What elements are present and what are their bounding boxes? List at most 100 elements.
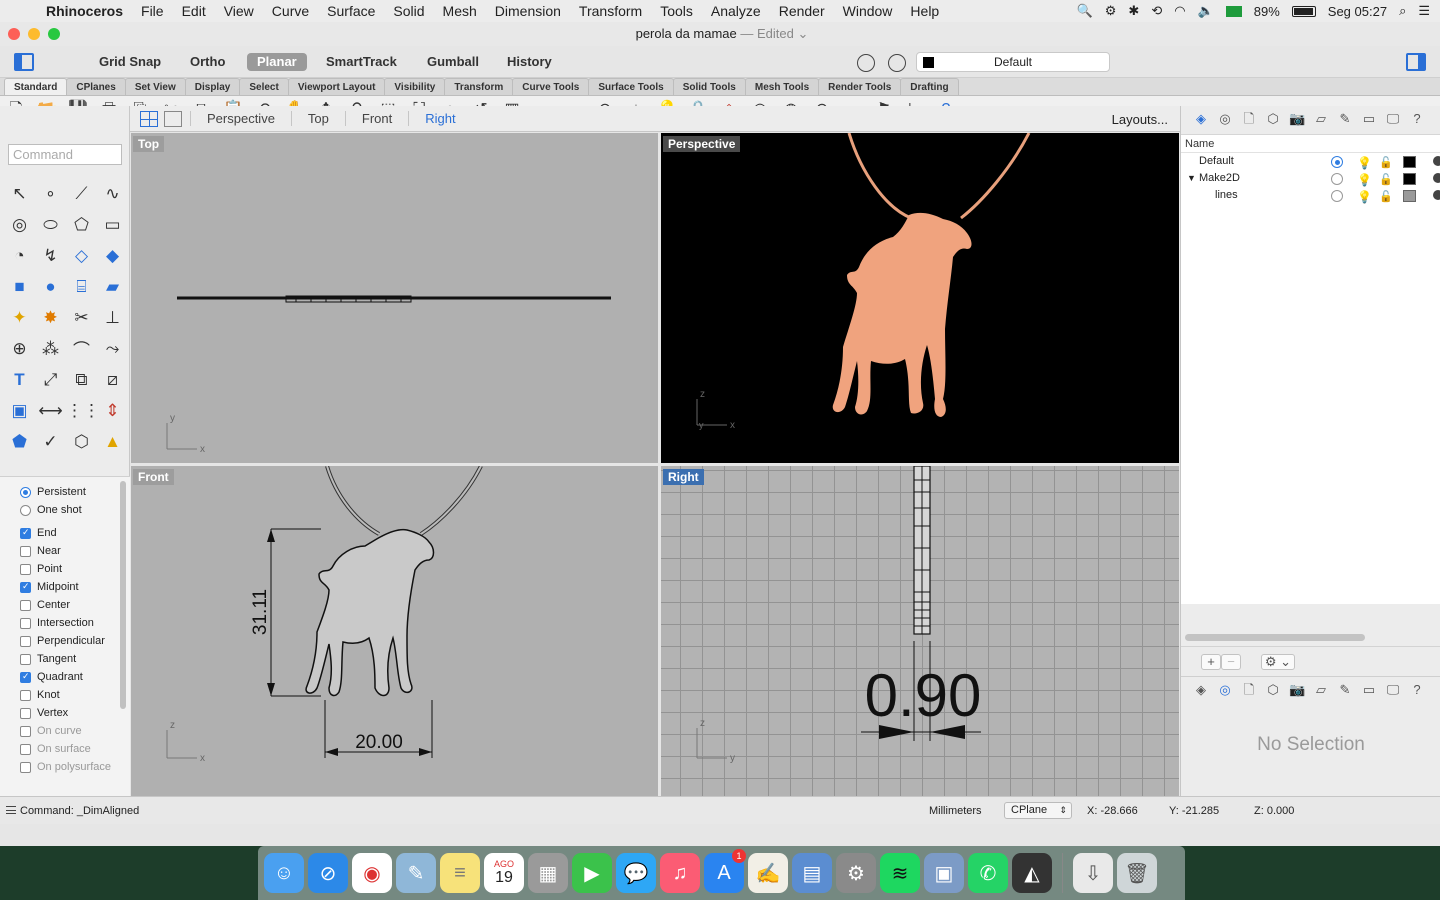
menu-dimension[interactable]: Dimension — [495, 3, 561, 19]
menu-file[interactable]: File — [141, 3, 164, 19]
cplanes-panel-icon[interactable]: ▱ — [1313, 111, 1329, 127]
cplanes-panel-icon[interactable]: ▱ — [1313, 682, 1329, 698]
tab-perspective[interactable]: Perspective — [190, 111, 291, 126]
monitor-panel-icon[interactable]: 🖵 — [1385, 111, 1401, 127]
chevron-down-icon[interactable]: ⌄ — [798, 26, 809, 41]
object-panel-icon[interactable]: ⬡ — [1265, 111, 1281, 127]
osnap-quadrant[interactable]: Quadrant — [0, 668, 130, 686]
layout-panel-icon[interactable]: ▭ — [1361, 111, 1377, 127]
midpoint-checkbox[interactable] — [20, 581, 31, 593]
viewport-right[interactable]: 0.90 z y Right — [661, 466, 1179, 796]
osnap-persistent[interactable]: Persistent — [0, 483, 130, 501]
command-history-icon[interactable] — [6, 806, 16, 814]
tab-standard[interactable]: Standard — [4, 78, 68, 95]
named-views-icon[interactable]: 📷 — [1289, 111, 1305, 127]
units-label[interactable]: Millimeters — [929, 805, 982, 817]
menu-analyze[interactable]: Analyze — [711, 3, 761, 19]
mirror-icon[interactable]: ⧄ — [97, 370, 128, 390]
tab-set-view[interactable]: Set View — [124, 78, 186, 95]
tab-mesh-tools[interactable]: Mesh Tools — [744, 78, 820, 95]
osnap-perpendicular[interactable]: Perpendicular — [0, 632, 130, 650]
ortho-toggle[interactable]: Ortho — [180, 53, 235, 71]
cplane-selector[interactable]: CPlane ⇕ — [1004, 802, 1072, 819]
tab-render-tools[interactable]: Render Tools — [818, 78, 902, 95]
trash-icon[interactable]: 🗑 — [1117, 853, 1157, 893]
expand-triangle-icon[interactable]: ▼ — [1187, 170, 1196, 187]
layer-row-make2d[interactable]: ▼ Make2D 💡 🔓 — [1181, 170, 1440, 187]
box-icon[interactable]: ■ — [4, 277, 35, 297]
downloads-icon[interactable]: ⇩ — [1073, 853, 1113, 893]
layers-name-header[interactable]: Name — [1181, 135, 1440, 153]
object-panel-icon[interactable]: ⬡ — [1265, 682, 1281, 698]
check-icon[interactable]: ✓ — [35, 432, 66, 452]
analyze-icon[interactable]: ⬟ — [4, 432, 35, 452]
tab-curve-tools[interactable]: Curve Tools — [512, 78, 590, 95]
layer-color-swatch[interactable] — [1403, 190, 1416, 202]
layers-panel-icon[interactable]: ◈ — [1193, 682, 1209, 698]
boolean-icon[interactable]: ✦ — [4, 308, 35, 328]
time-machine-icon[interactable]: ⟲ — [1151, 3, 1162, 19]
trim-icon[interactable]: ✂ — [66, 308, 97, 328]
current-layer-radio[interactable] — [1331, 190, 1343, 202]
notes-icon[interactable]: ≡ — [440, 853, 480, 893]
polyline-icon[interactable]: ⟋ — [66, 184, 97, 204]
viewport-front[interactable]: 31.11 20.00 z x Front — [131, 466, 658, 796]
gumball-icon[interactable]: ⇕ — [97, 401, 128, 421]
plane-surface-icon[interactable]: ▰ — [97, 277, 128, 297]
arc-icon[interactable]: ◔ — [4, 246, 35, 266]
gumball-toggle[interactable]: Gumball — [417, 53, 489, 71]
monitor-panel-icon[interactable]: 🖵 — [1385, 682, 1401, 698]
surface-icon[interactable]: ◇ — [66, 246, 97, 266]
osnap-near[interactable]: Near — [0, 542, 130, 560]
utility-icon[interactable]: ⚙ — [1105, 3, 1117, 19]
perpendicular-checkbox[interactable] — [20, 635, 31, 647]
tab-top[interactable]: Top — [290, 111, 345, 126]
image-capture-icon[interactable]: ▣ — [924, 853, 964, 893]
named-views-icon[interactable]: 📷 — [1289, 682, 1305, 698]
battery-icon[interactable] — [1291, 5, 1316, 17]
tab-cplanes[interactable]: CPlanes — [66, 78, 126, 95]
preview-icon[interactable]: ✎ — [396, 853, 436, 893]
menu-solid[interactable]: Solid — [393, 3, 424, 19]
help-panel-icon[interactable]: ? — [1409, 111, 1425, 127]
current-layer-radio[interactable] — [1331, 156, 1343, 168]
near-checkbox[interactable] — [20, 545, 31, 557]
osnap-on-surface[interactable]: On surface — [0, 740, 130, 758]
notes-panel-icon[interactable]: ✎ — [1337, 111, 1353, 127]
toggle-left-sidebar-button[interactable] — [14, 53, 34, 71]
display-panel-icon[interactable]: ◎ — [1217, 682, 1233, 698]
help-panel-icon[interactable]: ? — [1409, 682, 1425, 698]
text-icon[interactable]: T — [4, 370, 35, 390]
viewport-label-right[interactable]: Right — [663, 469, 704, 485]
persistent-radio[interactable] — [20, 486, 31, 498]
osnap-on-polysurface[interactable]: On polysurface — [0, 758, 130, 776]
layer-color-swatch[interactable] — [1403, 173, 1416, 185]
close-window-button[interactable] — [8, 28, 20, 40]
solid-sphere-icon[interactable]: ● — [35, 277, 66, 297]
single-view-layout-icon[interactable] — [164, 110, 182, 127]
edited-status[interactable]: — Edited — [740, 26, 793, 41]
one-shot-radio[interactable] — [20, 504, 31, 516]
display-panel-icon[interactable]: ◎ — [1217, 111, 1233, 127]
textedit-icon[interactable]: ✍ — [748, 853, 788, 893]
split-icon[interactable]: ⊥ — [97, 308, 128, 328]
four-view-layout-icon[interactable] — [140, 110, 158, 127]
zoom-window-button[interactable] — [48, 28, 60, 40]
on-curve-checkbox[interactable] — [20, 725, 31, 737]
smarttrack-toggle[interactable]: SmartTrack — [316, 53, 407, 71]
tab-visibility[interactable]: Visibility — [384, 78, 446, 95]
menu-edit[interactable]: Edit — [182, 3, 206, 19]
tab-front[interactable]: Front — [344, 111, 408, 126]
notes-panel-icon[interactable]: ✎ — [1337, 682, 1353, 698]
properties-panel-icon[interactable]: 🗋 — [1241, 682, 1257, 698]
tab-drafting[interactable]: Drafting — [900, 78, 959, 95]
osnap-point[interactable]: Point — [0, 560, 130, 578]
spotify-icon[interactable]: ≋ — [880, 853, 920, 893]
explode-icon[interactable]: ✸ — [35, 308, 66, 328]
ellipse-icon[interactable]: ⬭ — [35, 215, 66, 235]
layer-options-gear-icon[interactable]: ⚙ ⌄ — [1261, 654, 1295, 670]
knot-checkbox[interactable] — [20, 689, 31, 701]
safari-icon[interactable]: ⊘ — [308, 853, 348, 893]
vertex-checkbox[interactable] — [20, 707, 31, 719]
menu-window[interactable]: Window — [843, 3, 893, 19]
